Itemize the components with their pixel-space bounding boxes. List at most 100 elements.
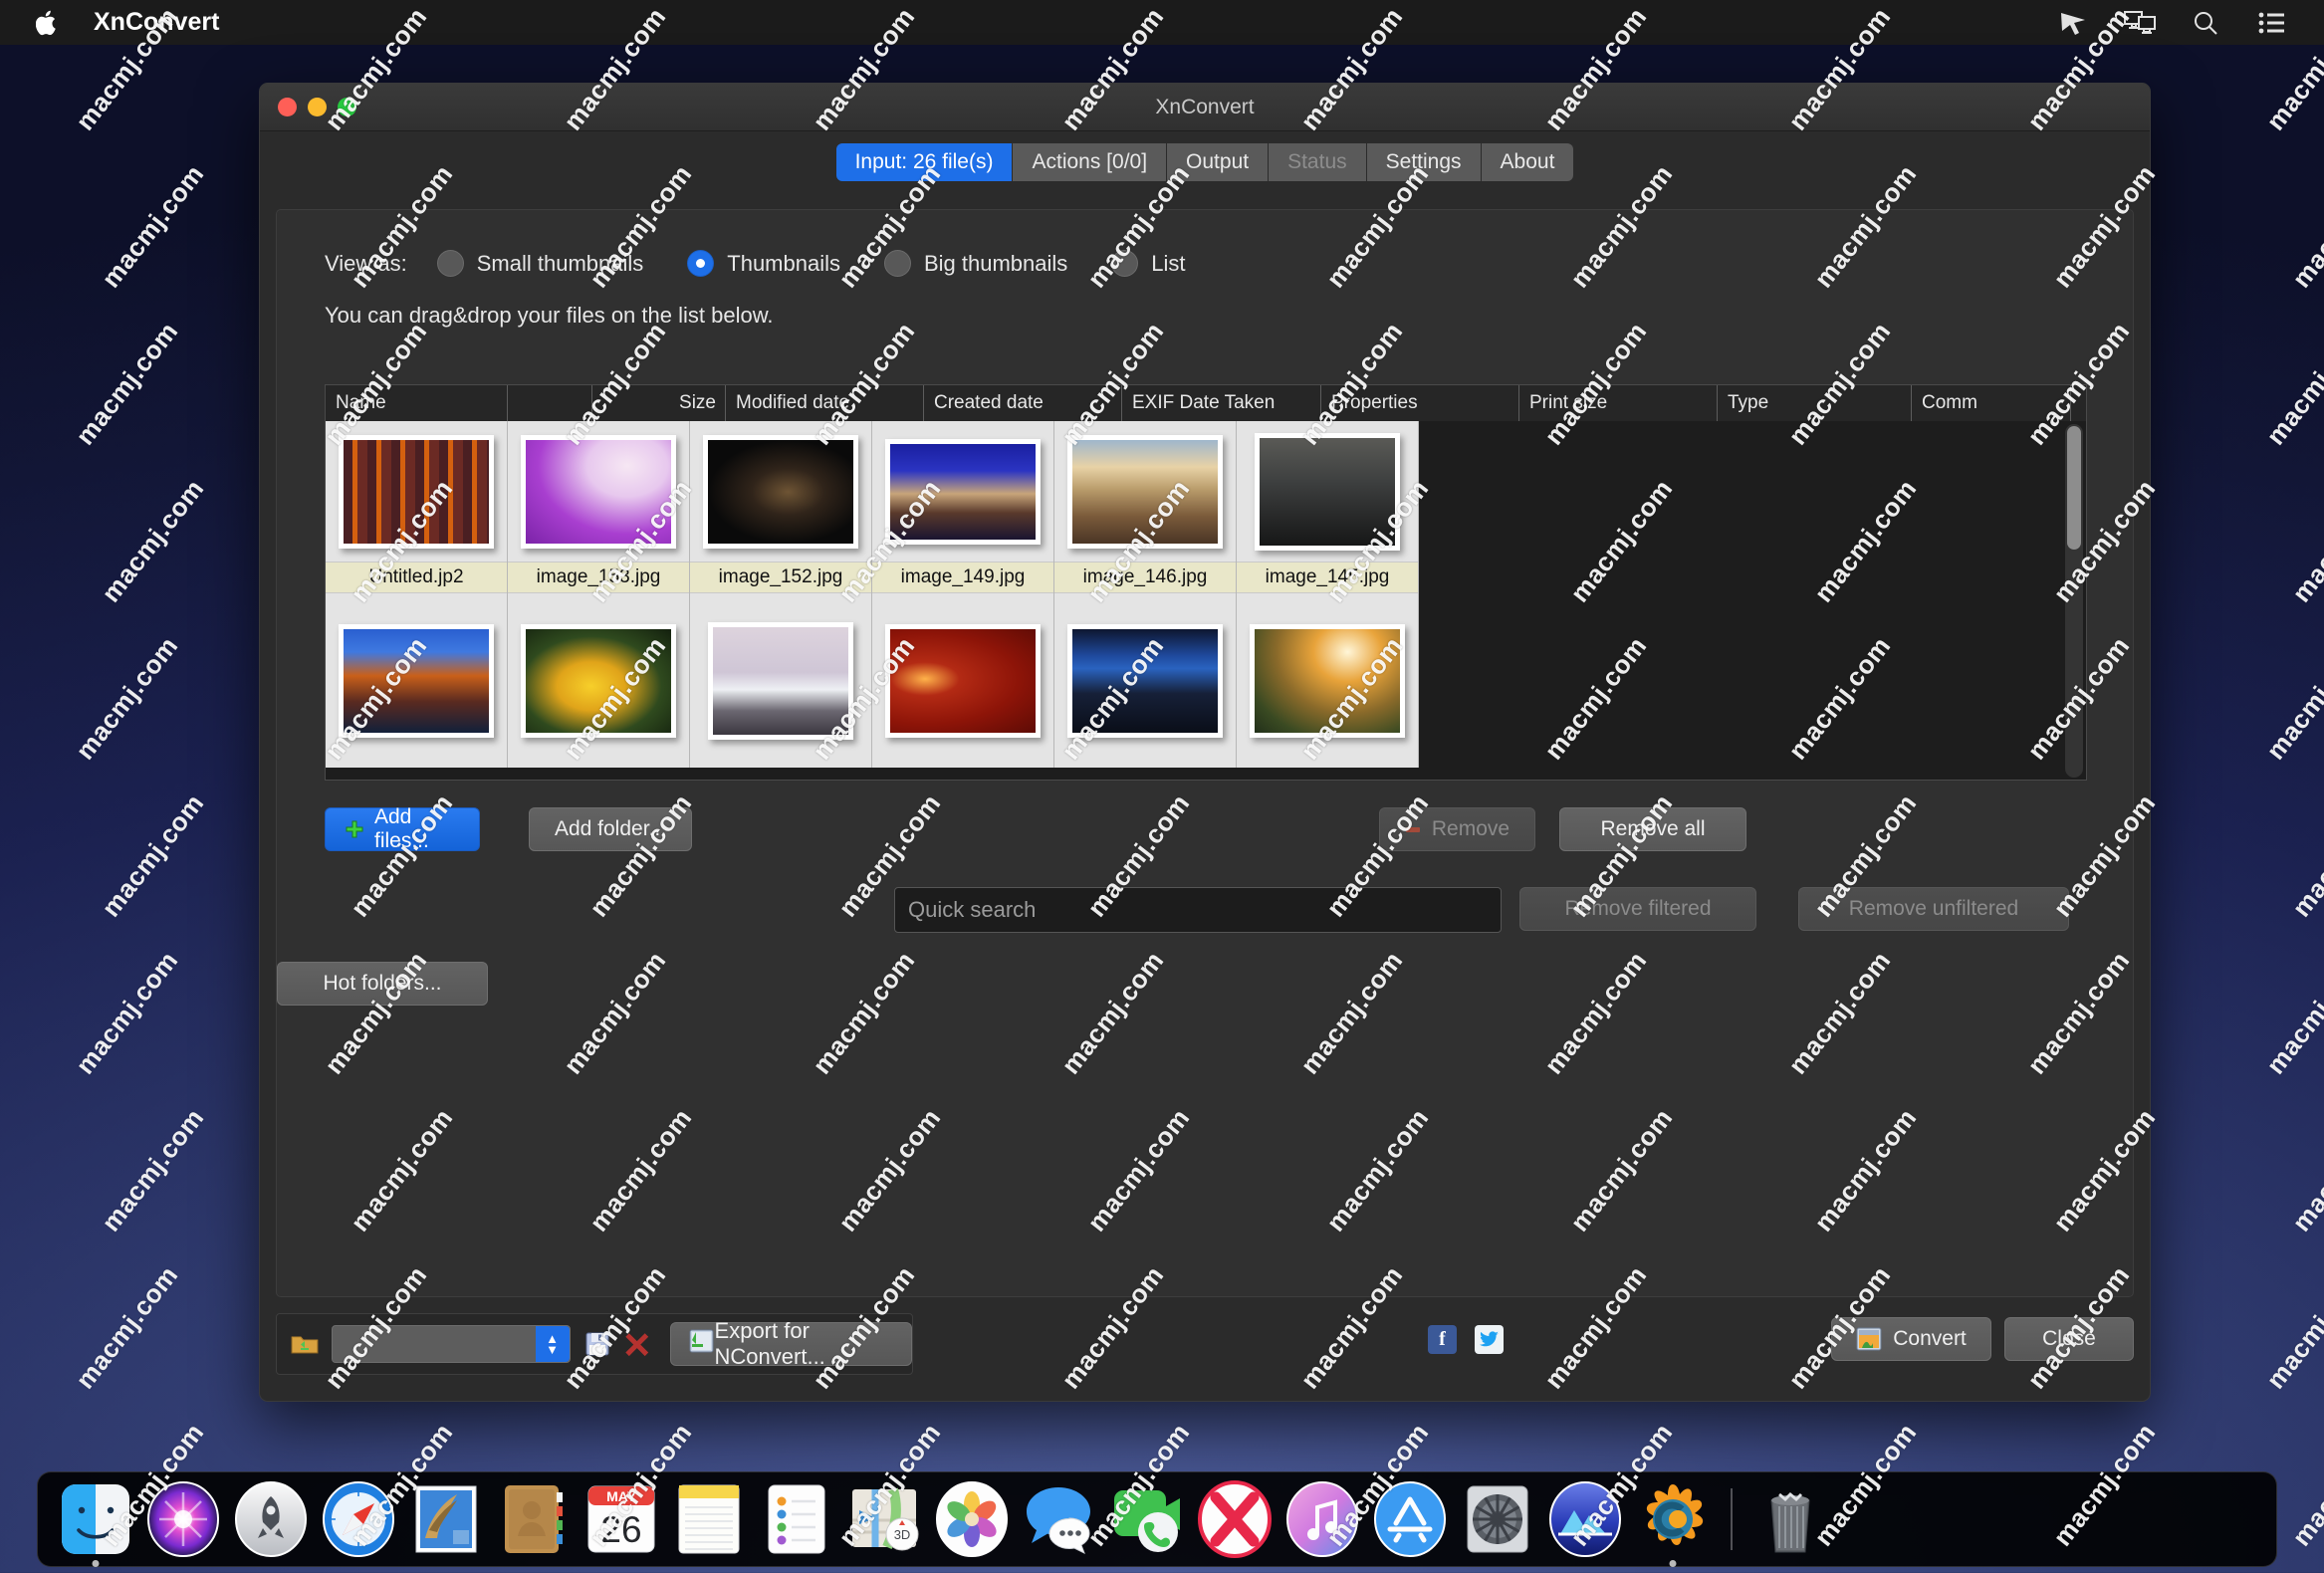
thumbnail-container[interactable] [326,421,507,562]
thumbnail-rifle-on-black[interactable] [703,435,858,549]
column-header-type[interactable]: Type [1718,385,1912,421]
tab-input-26-file-s[interactable]: Input: 26 file(s) [836,143,1014,181]
screen-mirroring-icon[interactable] [2123,9,2157,37]
file-list[interactable]: Name SizeModified dateCreated dateEXIF Da… [325,384,2087,781]
dock-item-mail[interactable] [407,1480,485,1558]
apple-logo-icon[interactable] [36,10,58,36]
view-option-thumbnails[interactable]: Thumbnails [687,250,840,277]
radio-icon[interactable] [1111,250,1138,277]
file-cell[interactable] [1237,593,1419,768]
add-folder-button[interactable]: Add folder... [529,807,692,851]
column-header-comm[interactable]: Comm [1912,385,2071,421]
dock-item-xnconvert[interactable] [1634,1480,1712,1558]
control-center-icon[interactable] [2254,9,2288,37]
thumbnail-warehouse-night-orange[interactable] [339,435,494,549]
thumbnail-container[interactable] [690,593,871,768]
dock-item-siri[interactable] [144,1480,222,1558]
file-cell[interactable] [508,593,690,768]
dock-item-trash[interactable] [1751,1480,1829,1558]
thumbnail-container[interactable] [690,421,871,562]
menu-app-name[interactable]: XnConvert [94,8,219,37]
vertical-scrollbar[interactable] [2065,424,2083,778]
thumbnail-container[interactable] [508,421,689,562]
thumbnail-purple-flower-macro[interactable] [521,435,676,549]
tab-actions-0-0[interactable]: Actions [0/0] [1013,143,1167,181]
twitter-icon[interactable] [1475,1325,1504,1354]
file-cell[interactable] [872,593,1054,768]
column-header-name[interactable]: Name [326,385,508,421]
thumbnail-container[interactable] [1237,421,1418,562]
tab-output[interactable]: Output [1167,143,1269,181]
pointer-icon[interactable] [2057,9,2091,37]
file-cell[interactable]: image_153.jpg [508,421,690,593]
remove-button[interactable]: Remove [1379,807,1535,851]
thumbnail-lemons-on-branch[interactable] [521,624,676,738]
hot-folders-button[interactable]: Hot folders... [277,962,488,1006]
dock-item-app-store[interactable] [1371,1480,1449,1558]
radio-icon[interactable] [687,250,714,277]
file-cell[interactable]: Untitled.jp2 [326,421,508,593]
column-header-exif-date-taken[interactable]: EXIF Date Taken [1122,385,1321,421]
thumbnail-container[interactable] [1054,421,1236,562]
thumbnail-blue-night-forest[interactable] [1067,624,1223,738]
radio-icon[interactable] [437,250,464,277]
thumbnail-white-dog-autumn-path[interactable] [1250,624,1405,738]
thumbnail-foggy-dark-harbor[interactable] [1255,433,1400,551]
window-title-bar[interactable]: XnConvert [260,84,2150,131]
file-cell[interactable] [690,593,872,768]
remove-filtered-button[interactable]: Remove filtered [1519,887,1756,931]
file-cell[interactable] [1054,593,1237,768]
open-folder-icon[interactable] [291,1332,319,1356]
dock-item-photos[interactable] [933,1480,1011,1558]
dock-item-finder[interactable] [57,1480,134,1558]
file-cell[interactable] [326,593,508,768]
column-header-print-size[interactable]: Print size [1519,385,1718,421]
convert-button[interactable]: Convert [1831,1317,1991,1361]
facebook-icon[interactable]: f [1428,1325,1457,1354]
dock-item-system-preferences[interactable] [1459,1480,1536,1558]
radio-icon[interactable] [884,250,911,277]
stepper-icon[interactable]: ▲▼ [536,1326,570,1362]
preset-dropdown[interactable]: ▲▼ [332,1325,571,1363]
tab-settings[interactable]: Settings [1367,143,1482,181]
dock-item-itunes[interactable] [1283,1480,1361,1558]
thumbnail-container[interactable] [1054,593,1236,768]
column-header-size[interactable]: Size [592,385,726,421]
thumbnail-container[interactable] [872,421,1053,562]
dock-item-launchpad[interactable] [232,1480,310,1558]
column-header-created-date[interactable]: Created date [924,385,1122,421]
dock-item-reminders[interactable] [758,1480,835,1558]
scrollbar-thumb[interactable] [2067,426,2081,550]
dock-item-maps[interactable]: 3D [845,1480,923,1558]
column-header-modified-date[interactable]: Modified date [726,385,924,421]
column-header-properties[interactable]: Properties [1321,385,1519,421]
close-button-footer[interactable]: Close [2004,1317,2134,1361]
dock-item-messages[interactable] [1021,1480,1098,1558]
view-option-big-thumbnails[interactable]: Big thumbnails [884,250,1067,277]
column-headers[interactable]: Name SizeModified dateCreated dateEXIF Da… [326,385,2086,421]
dock-item-safari[interactable] [320,1480,397,1558]
view-option-list[interactable]: List [1111,250,1185,277]
file-cell[interactable]: image_146.jpg [1054,421,1237,593]
dock-item-calendar[interactable]: MAY26 [582,1480,660,1558]
view-option-small-thumbnails[interactable]: Small thumbnails [437,250,644,277]
remove-unfiltered-button[interactable]: Remove unfiltered [1798,887,2069,931]
dock-item-facetime[interactable] [1108,1480,1186,1558]
thumbnail-container[interactable] [326,593,507,768]
thumbnail-hamburg-canal-dusk[interactable] [339,624,494,738]
thumbnail-container[interactable] [1237,593,1418,768]
file-cell[interactable]: image_152.jpg [690,421,872,593]
thumbnail-coastal-ridge-sunset[interactable] [1067,435,1223,549]
export-nconvert-button[interactable]: Export for NConvert... [670,1322,912,1366]
thumbnail-container[interactable] [872,593,1053,768]
thumbnail-grid[interactable]: Untitled.jp2image_153.jpgimage_152.jpg im… [326,421,2024,780]
thumbnail-snow-mountain-pale[interactable] [708,622,853,740]
thumbnail-container[interactable] [508,593,689,768]
dock-item-contacts[interactable] [495,1480,573,1558]
column-header-blank[interactable] [508,385,592,421]
tab-about[interactable]: About [1482,143,1574,181]
dock-item-xnview[interactable] [1546,1480,1624,1558]
thumbnail-red-wall-lantern[interactable] [885,624,1041,738]
add-files-button[interactable]: Add files... [325,807,480,851]
red-x-delete-icon[interactable] [624,1331,650,1357]
